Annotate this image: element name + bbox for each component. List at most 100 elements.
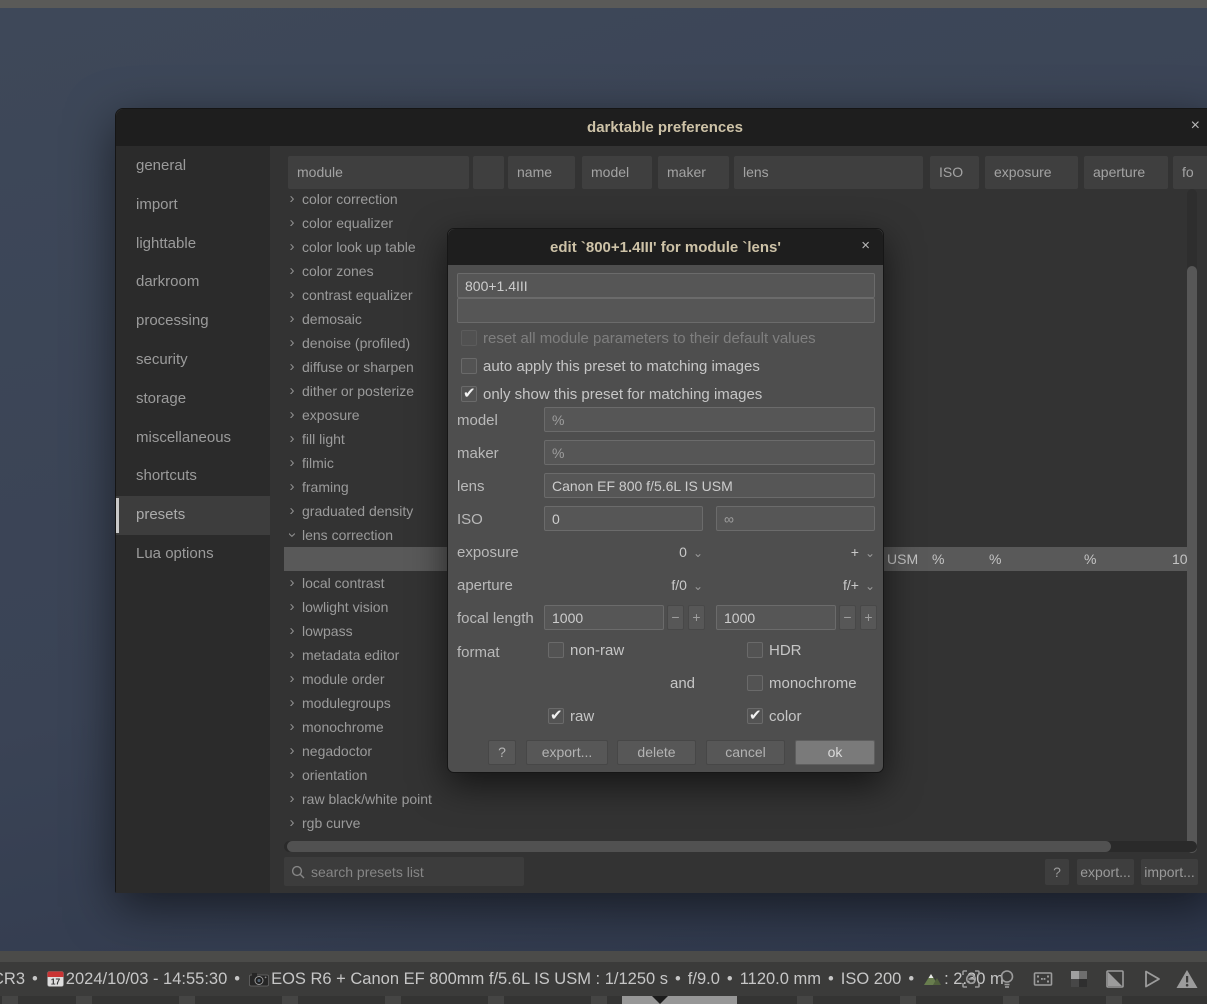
sidebar-item-lighttable[interactable]: lighttable (116, 225, 270, 264)
dialog-delete-button[interactable]: delete (617, 740, 696, 765)
focal-to-input[interactable] (716, 605, 836, 630)
chevron-right-icon[interactable]: › (284, 691, 300, 715)
focal-to-plus-button[interactable]: + (860, 605, 877, 630)
monochrome-checkbox[interactable] (747, 675, 763, 691)
exposure-from-dropdown[interactable]: 0⌄ (544, 539, 703, 565)
sidebar-item-processing[interactable]: processing (116, 302, 270, 341)
horizontal-scrollbar-thumb[interactable] (287, 841, 1111, 852)
import-button[interactable]: import... (1141, 859, 1198, 885)
module-row[interactable]: › raw black/white point (284, 787, 1187, 811)
chevron-right-icon[interactable]: › (284, 763, 300, 787)
only-show-checkbox[interactable] (461, 386, 477, 402)
column-header-focal[interactable]: fo (1173, 156, 1207, 189)
chevron-right-icon[interactable]: › (284, 283, 300, 307)
lens-input[interactable] (544, 473, 875, 498)
dialog-export-button[interactable]: export... (526, 740, 608, 765)
iso-min-input[interactable] (544, 506, 703, 531)
chevron-right-icon[interactable]: › (284, 379, 300, 403)
model-input[interactable] (544, 407, 875, 432)
sidebar-item-security[interactable]: security (116, 341, 270, 380)
focus-peaking-icon[interactable] (959, 966, 983, 992)
chevron-right-icon[interactable]: › (284, 187, 300, 211)
column-header-model[interactable]: model (582, 156, 652, 189)
chevron-right-icon[interactable]: › (284, 787, 300, 811)
sidebar-item-storage[interactable]: storage (116, 380, 270, 419)
vertical-scrollbar[interactable] (1187, 189, 1197, 853)
auto-apply-checkbox[interactable] (461, 358, 477, 374)
vertical-scrollbar-thumb[interactable] (1187, 266, 1197, 853)
overexposure-split-icon[interactable] (1103, 966, 1127, 992)
chevron-right-icon[interactable]: › (284, 715, 300, 739)
chevron-right-icon[interactable]: › (284, 235, 300, 259)
preset-description-input[interactable] (457, 298, 875, 323)
chevron-right-icon[interactable]: › (284, 739, 300, 763)
display-profile-icon[interactable] (1031, 966, 1055, 992)
gamut-checkerboard-icon[interactable] (1067, 966, 1091, 992)
chevron-right-icon[interactable]: › (284, 355, 300, 379)
column-header-exposure[interactable]: exposure (985, 156, 1078, 189)
sidebar-item-shortcuts[interactable]: shortcuts (116, 457, 270, 496)
focal-to-minus-button[interactable]: − (839, 605, 856, 630)
window-titlebar[interactable]: darktable preferences × (116, 109, 1207, 146)
chevron-right-icon[interactable]: › (284, 475, 300, 499)
horizontal-scrollbar[interactable] (284, 841, 1197, 852)
chevron-right-icon[interactable]: › (284, 811, 300, 835)
sidebar-item-miscellaneous[interactable]: miscellaneous (116, 419, 270, 458)
raw-checkbox[interactable] (548, 708, 564, 724)
play-triangle-icon[interactable] (1139, 966, 1163, 992)
aperture-from-dropdown[interactable]: f/0⌄ (544, 572, 703, 598)
chevron-right-icon[interactable]: › (284, 211, 300, 235)
sidebar-item-darkroom[interactable]: darkroom (116, 263, 270, 302)
focal-from-minus-button[interactable]: − (667, 605, 684, 630)
export-button[interactable]: export... (1077, 859, 1134, 885)
chevron-right-icon[interactable]: › (284, 667, 300, 691)
column-header-maker[interactable]: maker (658, 156, 729, 189)
chevron-right-icon[interactable]: › (284, 595, 300, 619)
sidebar-item-lua-options[interactable]: Lua options (116, 535, 270, 574)
color-checkbox[interactable] (747, 708, 763, 724)
sidebar-item-general[interactable]: general (116, 147, 270, 186)
chevron-right-icon[interactable]: › (284, 451, 300, 475)
maker-input[interactable] (544, 440, 875, 465)
focal-from-input[interactable] (544, 605, 664, 630)
dialog-help-button[interactable]: ? (488, 740, 516, 765)
chevron-right-icon[interactable]: › (284, 643, 300, 667)
chevron-right-icon[interactable]: › (284, 427, 300, 451)
reset-parameters-checkbox[interactable] (461, 330, 477, 346)
iso-max-input[interactable] (716, 506, 875, 531)
dialog-ok-button[interactable]: ok (795, 740, 875, 765)
window-close-icon[interactable]: × (1191, 117, 1200, 135)
chevron-right-icon[interactable]: › (284, 331, 300, 355)
non-raw-checkbox[interactable] (548, 642, 564, 658)
chevron-right-icon[interactable]: › (284, 499, 300, 523)
dialog-titlebar[interactable]: edit `800+1.4III' for module `lens' × (448, 229, 883, 265)
column-header-module[interactable]: module (288, 156, 469, 189)
lightbulb-icon[interactable] (995, 966, 1019, 992)
timeline-strip[interactable] (0, 996, 1207, 1004)
search-presets-input[interactable] (311, 864, 511, 880)
chevron-right-icon[interactable]: › (284, 571, 300, 595)
timeline-selection[interactable] (622, 996, 737, 1004)
sidebar-item-presets[interactable]: presets (116, 496, 270, 535)
chevron-right-icon[interactable]: › (284, 307, 300, 331)
preset-name-input[interactable] (457, 273, 875, 298)
sidebar-item-import[interactable]: import (116, 186, 270, 225)
module-row[interactable]: › rgb curve (284, 811, 1187, 835)
hdr-checkbox[interactable] (747, 642, 763, 658)
chevron-right-icon[interactable]: › (284, 619, 300, 643)
column-header-name[interactable]: name (508, 156, 575, 189)
aperture-to-dropdown[interactable]: f/+⌄ (716, 572, 875, 598)
warning-icon[interactable] (1175, 966, 1199, 992)
dialog-cancel-button[interactable]: cancel (706, 740, 785, 765)
chevron-right-icon[interactable]: › (284, 259, 300, 283)
chevron-right-icon[interactable]: › (280, 527, 304, 543)
column-header-iso[interactable]: ISO (930, 156, 979, 189)
chevron-right-icon[interactable]: › (284, 403, 300, 427)
search-presets-box[interactable] (284, 857, 524, 886)
help-button[interactable]: ? (1045, 859, 1069, 885)
focal-from-plus-button[interactable]: + (688, 605, 705, 630)
dialog-close-icon[interactable]: × (861, 237, 870, 254)
exposure-to-dropdown[interactable]: +⌄ (716, 539, 875, 565)
column-header-lens[interactable]: lens (734, 156, 923, 189)
column-header-aperture[interactable]: aperture (1084, 156, 1168, 189)
